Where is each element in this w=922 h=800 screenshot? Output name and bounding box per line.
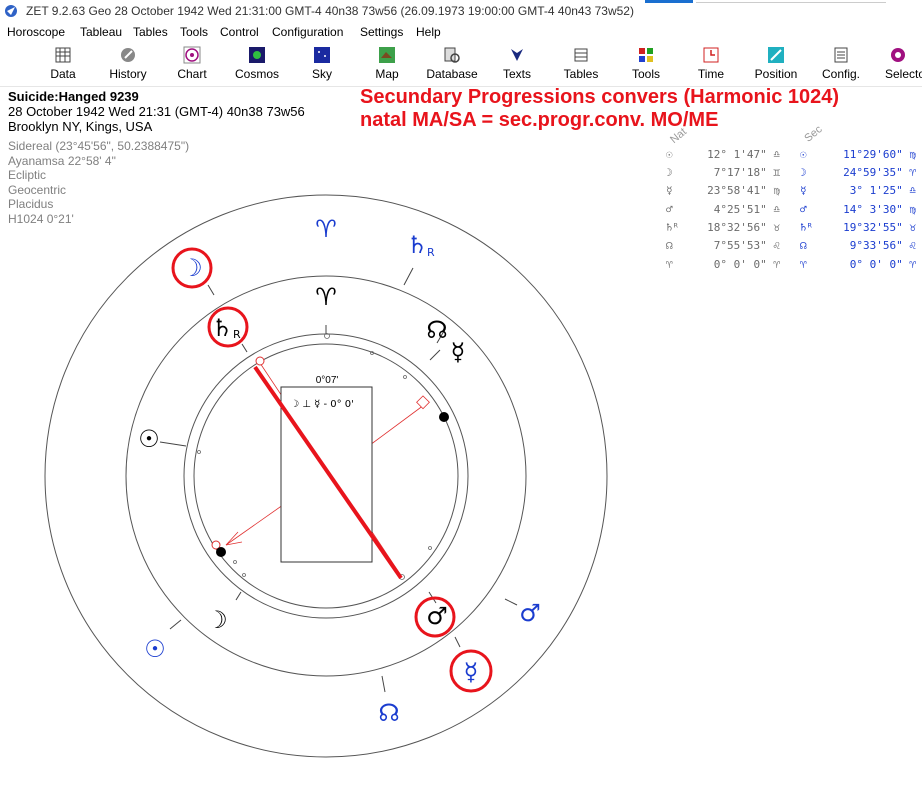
sec-moon-glyph: ☽ [181,254,203,282]
house-cusp-line [403,267,414,286]
natal-mars-glyph: ♂ [426,602,448,630]
natal-position-value: 18°32'56" ♉ [707,221,780,234]
sec-planet-glyph: ☽ [800,166,807,179]
natal-position-value: 0° 0' 0" ♈ [713,258,780,271]
sec-saturn-glyph: ♄ [406,231,428,259]
sec-position-value: 14° 3'30" ♍ [843,203,916,216]
natal-position-value: 23°58'41" ♍ [707,184,780,197]
wheel-tick-dot [403,375,407,379]
natal-planet-glyph: ♈ [666,258,673,271]
wheel-tick-dot [242,573,246,577]
sec-sun-glyph: ☉ [144,635,166,663]
sec-mercury-glyph: ☿ [464,658,479,686]
natal-position-value: 7°55'53" ♌ [713,239,780,252]
natal-planet-glyph: ☉ [666,148,673,161]
natal-position-value: 12° 1'47" ♎ [707,148,780,161]
natal-sun-glyph: ☉ [138,425,160,453]
sec-mars-glyph: ♂ [519,599,541,627]
natal-moon-glyph: ☽ [206,606,228,634]
natal-mercury-glyph: ☿ [451,338,466,366]
sec-planet-glyph: ♂ [800,203,807,216]
sec-position-value: 3° 1'25" ♎ [849,184,916,197]
natal-planet-glyph: ☽ [666,166,673,179]
sec-position-value: 24°59'35" ♈ [843,166,916,179]
sec-node-glyph: ☊ [378,699,399,727]
sec-position-value: 0° 0' 0" ♈ [849,258,916,271]
sec-aries-glyph: ♈ [315,215,337,243]
aspect-line-red-thin-3 [369,404,425,446]
center-aspect-box [280,386,373,563]
center-aspect-text: ☽ ⊥ ☿ - 0° 0' [290,399,354,410]
sec-position-value: 9°33'56" ♌ [849,239,916,252]
natal-position-value: 7°17'18" ♊ [713,166,780,179]
horoscope-wheel[interactable]: 0°07' ☽ ⊥ ☿ - 0° 0' ♈ ♄ R ☉ ☽ ☊ ☿ ♂ ♈ ♄ … [0,0,922,800]
house-cusp-line [159,441,187,447]
aspect-line-red-thin-2 [225,499,291,546]
sec-planet-glyph: ♈ [800,258,807,271]
wheel-tick-dot [428,546,432,550]
house-cusp-line [381,675,386,693]
house-cusp-line [207,284,215,296]
natal-planet-glyph: ♄ᴿ [666,221,680,234]
natal-planet-glyph: ☿ [666,184,673,197]
sec-planet-glyph: ☊ [800,239,807,252]
natal-planet-glyph: ☊ [666,239,673,252]
house-cusp-line [169,619,182,630]
sec-position-value: 19°32'55" ♉ [843,221,916,234]
natal-planet-glyph: ♂ [666,203,673,216]
house-cusp-line [504,598,518,606]
black-planet-dot [216,547,226,557]
wheel-tick-dot [197,450,201,454]
black-planet-dot [439,412,449,422]
aspect-marker-diamond [416,395,430,410]
center-box-label: 0°07' [316,375,339,386]
aspect-end-marker [255,356,265,366]
house-cusp-line [241,343,248,353]
natal-saturn-retro-mark: R [233,328,241,341]
wheel-tick-dot [233,560,237,564]
sec-saturn-retro-mark: R [427,246,435,259]
sec-planet-glyph: ♄ᴿ [800,221,814,234]
natal-position-value: 4°25'51" ♎ [713,203,780,216]
natal-aries-glyph: ♈ [315,283,337,311]
natal-node-glyph: ☊ [426,316,447,344]
natal-saturn-glyph: ♄ [211,314,233,342]
house-cusp-line [235,591,242,601]
sec-planet-glyph: ☿ [800,184,807,197]
house-cusp-line [454,636,461,648]
sec-planet-glyph: ☉ [800,148,807,161]
sec-position-value: 11°29'60" ♍ [843,148,916,161]
house-cusp-line [429,349,441,361]
